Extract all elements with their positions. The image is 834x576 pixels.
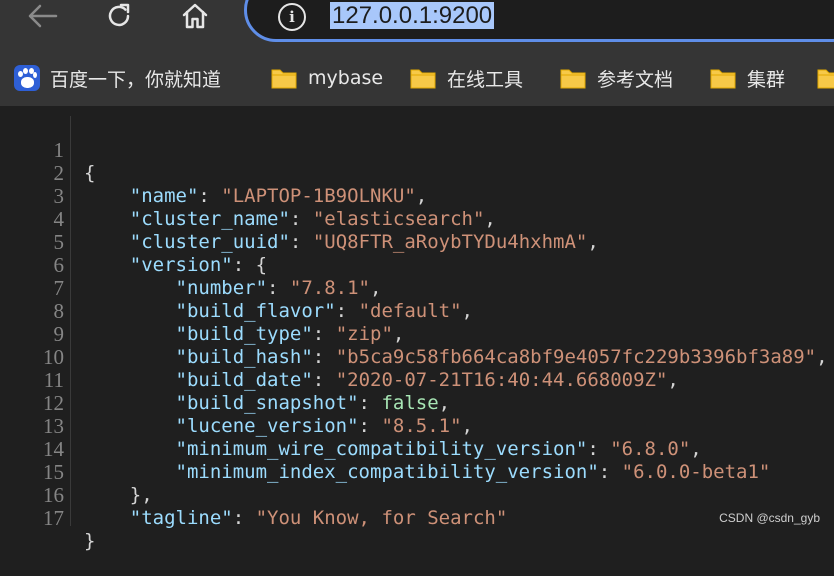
browser-toolbar: i 127.0.0.1:9200 bbox=[0, 0, 834, 60]
folder-icon bbox=[710, 69, 736, 89]
home-icon bbox=[182, 3, 208, 29]
csdn-watermark: CSDN @csdn_gyb bbox=[719, 511, 820, 525]
reload-icon bbox=[108, 3, 130, 27]
arrow-left-icon bbox=[28, 4, 58, 28]
folder-icon bbox=[560, 69, 586, 89]
folder-icon bbox=[271, 69, 297, 89]
code-line: 4 "cluster_uuid": "UQ8FTR_aRoybTYDu4hxhm… bbox=[0, 185, 834, 254]
url-selection: 127.0.0.1:9200 bbox=[330, 2, 495, 29]
code-line: 16 "tagline": "You Know, for Search" bbox=[0, 461, 834, 530]
json-key: "tagline" bbox=[129, 507, 233, 529]
json-viewer: 1 { 2 "name": "LAPTOP-1B9OLNKU", 3 "clus… bbox=[0, 106, 834, 553]
back-button[interactable] bbox=[22, 0, 62, 32]
code-line: 17 } bbox=[0, 484, 834, 553]
baidu-icon bbox=[14, 65, 40, 91]
code-line: 5 "version": { bbox=[0, 208, 834, 277]
folder-icon bbox=[410, 69, 436, 89]
code-line: 1 { bbox=[0, 116, 834, 185]
bookmark-label: 集群 bbox=[747, 68, 786, 91]
site-info-icon[interactable]: i bbox=[278, 3, 306, 31]
code-line: 7 "build_flavor": "default", bbox=[0, 254, 834, 323]
line-number: 17 bbox=[43, 506, 64, 530]
bookmarks-bar: 百度一下，你就知道 mybase 在线工具 参考文档 集群 bbox=[0, 60, 834, 106]
code-line: 12 "lucene_version": "8.5.1", bbox=[0, 369, 834, 438]
bookmark-label: 百度一下，你就知道 bbox=[50, 68, 222, 91]
reload-button[interactable] bbox=[99, 0, 139, 32]
code-line: 15 }, bbox=[0, 438, 834, 507]
code-line: 13 "minimum_wire_compatibility_version":… bbox=[0, 392, 834, 461]
code-line: 11 "build_snapshot": false, bbox=[0, 346, 834, 415]
code-line: 10 "build_date": "2020-07-21T16:40:44.66… bbox=[0, 323, 834, 392]
code-line: 6 "number": "7.8.1", bbox=[0, 231, 834, 300]
code-line: 14 "minimum_index_compatibility_version"… bbox=[0, 415, 834, 484]
bookmark-folder-cluster[interactable]: 集群 bbox=[709, 60, 785, 96]
bookmark-folder-overflow[interactable] bbox=[816, 60, 834, 96]
bookmark-label: 参考文档 bbox=[597, 68, 674, 91]
bookmark-baidu[interactable]: 百度一下，你就知道 bbox=[14, 60, 221, 96]
folder-icon bbox=[817, 69, 834, 89]
code-line: 3 "cluster_name": "elasticsearch", bbox=[0, 162, 834, 231]
bookmark-label: mybase bbox=[308, 67, 384, 89]
code-line: 9 "build_hash": "b5ca9c58fb664ca8bf9e405… bbox=[0, 300, 834, 369]
url-text[interactable]: 127.0.0.1:9200 bbox=[330, 0, 495, 34]
bookmark-folder-reference-docs[interactable]: 参考文档 bbox=[559, 60, 673, 96]
code-line: 8 "build_type": "zip", bbox=[0, 277, 834, 346]
bookmark-folder-online-tools[interactable]: 在线工具 bbox=[409, 60, 523, 96]
close-brace: } bbox=[84, 530, 96, 552]
json-string-value: "You Know, for Search" bbox=[255, 507, 508, 529]
code-line: 2 "name": "LAPTOP-1B9OLNKU", bbox=[0, 139, 834, 208]
bookmark-label: 在线工具 bbox=[447, 68, 524, 91]
colon: : bbox=[232, 507, 256, 529]
bookmark-folder-mybase[interactable]: mybase bbox=[270, 60, 383, 96]
home-button[interactable] bbox=[175, 0, 215, 32]
